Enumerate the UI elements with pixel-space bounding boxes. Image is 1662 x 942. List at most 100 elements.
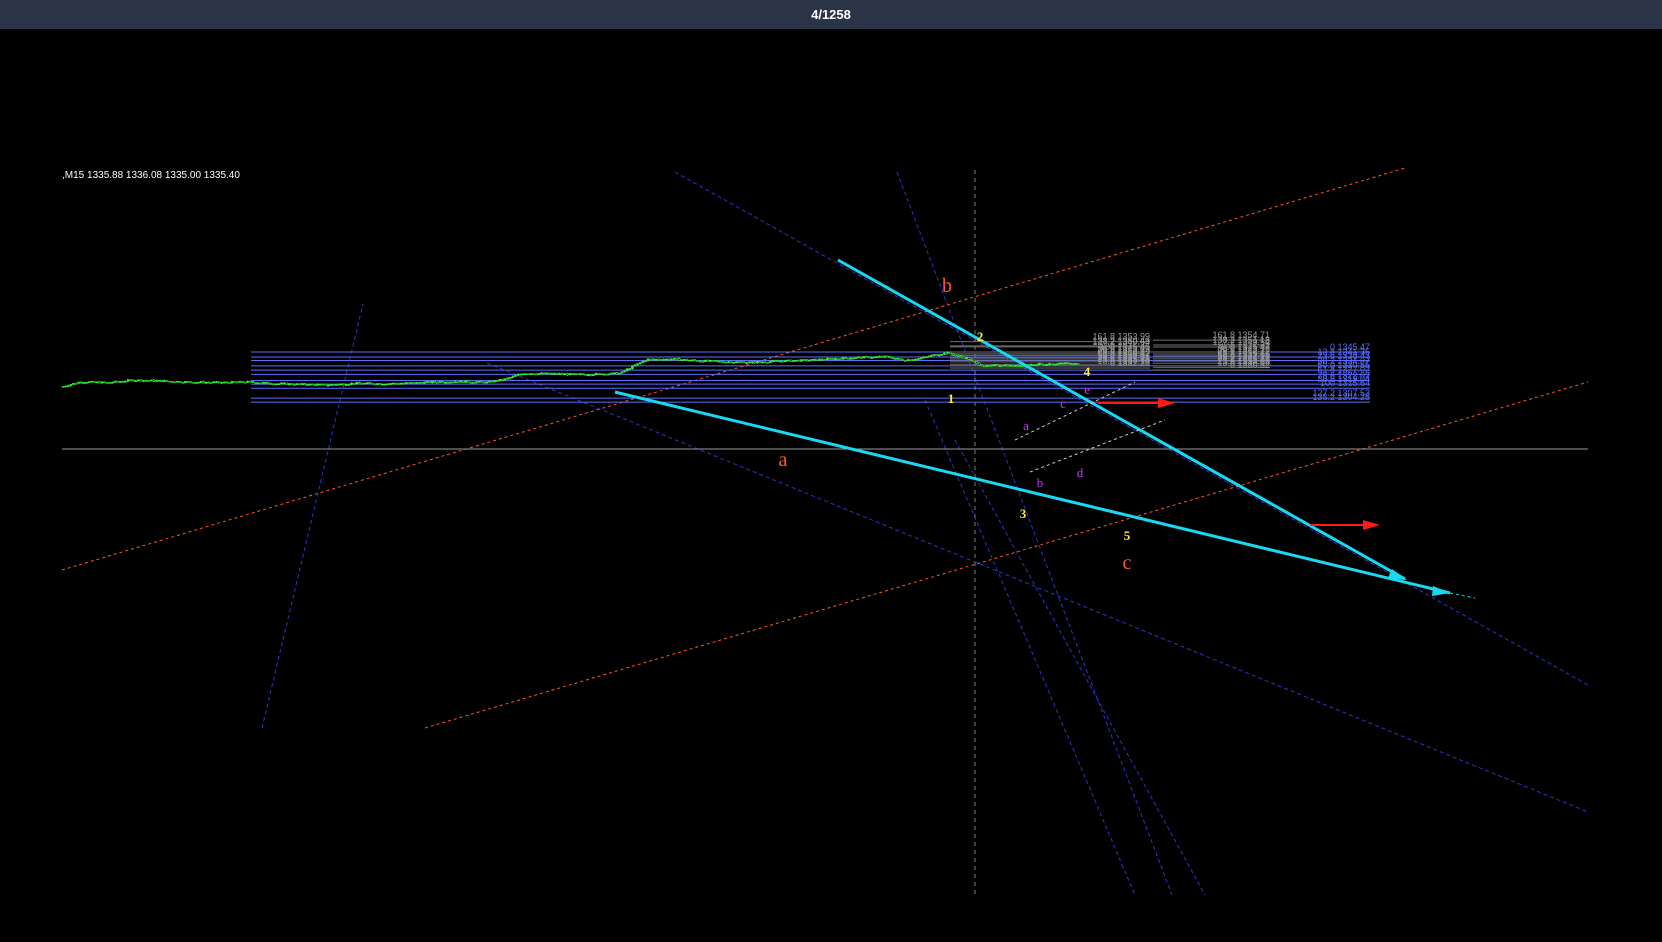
wave-label-major: c <box>1123 552 1132 574</box>
candle-body <box>706 359 710 362</box>
candle-body <box>173 381 177 384</box>
candle-body <box>111 382 114 384</box>
candle-body <box>885 355 889 358</box>
candle-body <box>594 373 598 376</box>
candle-body <box>98 381 101 384</box>
candle-body <box>914 358 918 361</box>
candle-body <box>373 383 377 386</box>
candle-body <box>495 380 499 382</box>
candle-body <box>1029 363 1033 366</box>
candle-body <box>1032 363 1036 366</box>
candle-body <box>259 382 262 385</box>
fib-mid-label: 0 1332.28 <box>1110 358 1150 368</box>
wave-label-minor: 4 <box>1084 364 1091 379</box>
candle-body <box>761 361 764 364</box>
candle-body <box>615 372 619 375</box>
candle-body <box>1074 363 1077 365</box>
wave-label-sub: c <box>1060 396 1066 411</box>
candle-body <box>657 358 660 361</box>
candle-body <box>308 383 312 386</box>
candle-body <box>560 373 564 375</box>
candle-body <box>714 360 717 362</box>
candle-body <box>605 373 608 376</box>
crosshair <box>62 170 1588 898</box>
candle-body <box>246 380 249 383</box>
candle-body <box>254 381 257 384</box>
candle-body <box>542 372 546 375</box>
candle-body <box>72 383 75 385</box>
price-chart[interactable]: 0 1345.4713.8 1341.3523.6 1338.4338.2 13… <box>0 0 1662 942</box>
candle-body <box>937 354 941 357</box>
candle-body <box>724 361 728 364</box>
fib-mid2-label: 0 1330.52 <box>1230 360 1270 370</box>
candle-body <box>865 356 868 358</box>
candle-body <box>321 383 325 386</box>
candle-body <box>74 383 78 385</box>
candle-body <box>126 379 130 382</box>
candle-body <box>287 383 291 385</box>
candle-body <box>688 359 691 362</box>
candle-body <box>558 373 561 375</box>
candle-body <box>722 361 725 364</box>
candle-body <box>836 358 840 360</box>
candle-body <box>191 381 195 384</box>
candle-body <box>1058 362 1062 365</box>
candle-body <box>919 357 923 360</box>
candle-body <box>1048 363 1051 365</box>
candle-body <box>667 358 671 361</box>
candle-body <box>397 383 400 385</box>
candle-body <box>113 380 117 383</box>
candle-body <box>521 373 525 376</box>
candle-body <box>415 382 418 384</box>
candle-body <box>441 381 444 383</box>
candle-body <box>264 381 268 384</box>
candle-body <box>581 373 585 376</box>
candle-body <box>430 381 434 383</box>
candle-body <box>888 356 892 358</box>
candle-body <box>740 361 743 364</box>
candle-body <box>553 373 556 375</box>
candle-body <box>768 361 772 363</box>
candle-body <box>131 379 135 382</box>
candle-body <box>342 383 346 386</box>
candle-body <box>875 356 879 358</box>
candle-body <box>988 365 991 367</box>
candle-body <box>399 382 403 385</box>
candle-body <box>906 359 910 362</box>
price-channel <box>61 167 1589 729</box>
candle-body <box>225 381 229 384</box>
candle-body <box>602 373 606 376</box>
candle-body <box>467 380 470 383</box>
candle-body <box>946 351 950 354</box>
candle-body <box>998 365 1002 367</box>
candle-body <box>983 365 986 368</box>
candle-body <box>638 362 642 364</box>
candle-body <box>566 373 569 376</box>
candle-body <box>849 358 853 360</box>
candle-body <box>511 375 515 378</box>
candle-body <box>579 373 582 376</box>
candle-body <box>469 381 473 384</box>
candle-body <box>324 383 327 386</box>
candle-body <box>217 381 221 383</box>
candle-body <box>209 382 213 384</box>
candle-body <box>326 384 330 387</box>
candle-body <box>990 364 994 367</box>
candle-body <box>607 373 611 376</box>
candle-body <box>854 357 858 359</box>
candle-body <box>774 360 777 362</box>
candle-body <box>443 381 447 384</box>
candle-body <box>196 382 200 384</box>
candle-body <box>922 356 925 359</box>
candle-body <box>61 386 65 388</box>
candle-body <box>954 354 958 357</box>
candle-body <box>137 379 140 382</box>
candle-body <box>313 384 317 386</box>
wave-label-minor: 2 <box>977 329 984 344</box>
candle-body <box>1009 365 1012 367</box>
candle-body <box>329 384 333 386</box>
candle-body <box>672 358 676 360</box>
candle-body <box>241 381 244 383</box>
candle-body <box>293 384 296 386</box>
candle-body <box>339 383 343 386</box>
